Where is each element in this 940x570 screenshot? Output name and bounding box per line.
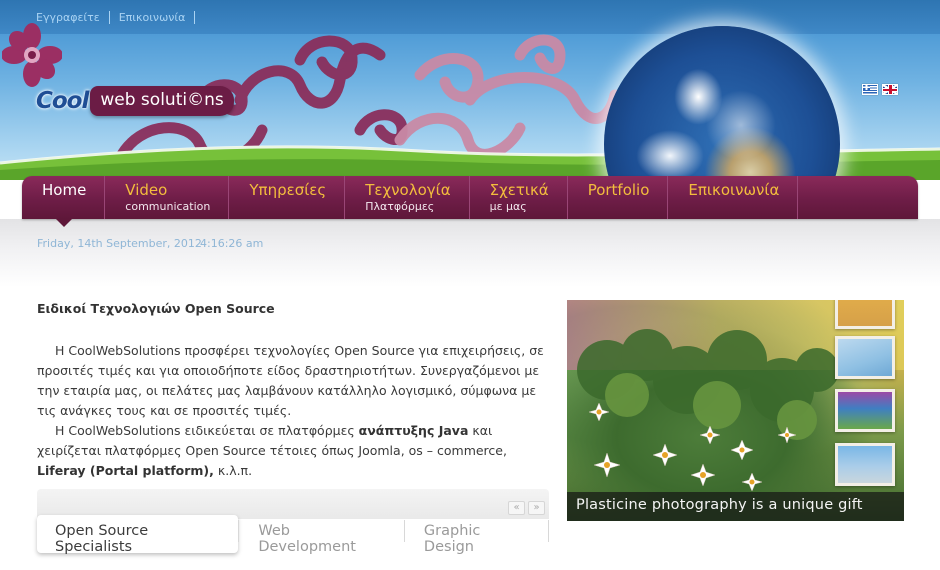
language-switcher bbox=[862, 84, 898, 95]
tab-open-source-specialists[interactable]: Open Source Specialists bbox=[37, 515, 239, 555]
tab-arrows: « » bbox=[508, 501, 545, 515]
nav-item-label: Video bbox=[125, 181, 168, 199]
nav-item-label: Σχετικά bbox=[489, 181, 549, 199]
nav-item-sublabel: Πλατφόρμες bbox=[365, 200, 435, 213]
nav-item-contact[interactable]: Επικοινωνία bbox=[668, 176, 799, 219]
content-paragraph-2: Η CoolWebSolutions ειδικεύεται σε πλατφό… bbox=[37, 421, 557, 481]
paragraph-text: Η CoolWebSolutions ειδικεύεται σε πλατφό… bbox=[55, 423, 359, 438]
next-arrow-icon[interactable]: » bbox=[528, 501, 545, 515]
slide-thumbnail[interactable] bbox=[835, 300, 895, 329]
nav-item-label: Επικοινωνία bbox=[688, 181, 780, 199]
nav-item-label: Τεχνολογία bbox=[365, 181, 451, 199]
current-time: 4:16:26 am bbox=[200, 237, 264, 250]
tab-row: Open Source Specialists Web Development … bbox=[37, 515, 549, 555]
prev-arrow-icon[interactable]: « bbox=[508, 501, 525, 515]
paragraph-text: κ.λ.π. bbox=[213, 463, 253, 478]
nav-item-home[interactable]: Home bbox=[22, 176, 106, 219]
date-bar: Friday, 14th September, 2012 4:16:26 am bbox=[0, 219, 940, 287]
header-banner: Εγγραφείτε Επικοινωνία Cool web soluti©n… bbox=[0, 0, 940, 180]
nav-item-label: Portfolio bbox=[587, 181, 650, 199]
current-date: Friday, 14th September, 2012 bbox=[37, 237, 202, 250]
site-logo[interactable]: Cool web soluti©ns bbox=[36, 82, 234, 120]
main-nav: Home Video communication Υπηρεσίες Τεχνο… bbox=[22, 176, 918, 219]
nav-item-services[interactable]: Υπηρεσίες bbox=[229, 176, 346, 219]
image-slideshow[interactable]: Plasticine photography is a unique gift bbox=[567, 300, 904, 521]
nav-item-sublabel: με μας bbox=[489, 200, 527, 213]
greek-flag-icon[interactable] bbox=[862, 84, 878, 95]
nav-item-technology[interactable]: Τεχνολογία Πλατφόρμες bbox=[345, 176, 470, 219]
slide-thumbnail[interactable] bbox=[835, 336, 895, 379]
uk-flag-icon[interactable] bbox=[882, 84, 898, 95]
slide-caption: Plasticine photography is a unique gift bbox=[567, 492, 904, 521]
tab-web-development[interactable]: Web Development bbox=[238, 520, 404, 555]
nav-item-sublabel: communication bbox=[125, 200, 211, 213]
logo-badge: web soluti©ns bbox=[90, 86, 234, 116]
main-content: Ειδικοί Τεχνολογιών Open Source Η CoolWe… bbox=[37, 300, 557, 481]
tab-panel: « » Open Source Specialists Web Developm… bbox=[37, 489, 549, 555]
nav-item-label: Home bbox=[42, 181, 87, 199]
logo-cool-text: Cool bbox=[36, 88, 89, 114]
content-heading: Ειδικοί Τεχνολογιών Open Source bbox=[37, 301, 275, 316]
liferay-highlight: Liferay (Portal platform), bbox=[37, 463, 214, 478]
tab-divider bbox=[548, 520, 549, 542]
slide-thumbnail[interactable] bbox=[835, 389, 895, 432]
tab-graphic-design[interactable]: Graphic Design bbox=[403, 520, 548, 555]
slide-thumbnails bbox=[831, 300, 901, 500]
nav-item-portfolio[interactable]: Portfolio bbox=[568, 176, 669, 219]
nav-item-label: Υπηρεσίες bbox=[249, 181, 327, 199]
java-highlight: ανάπτυξης Java bbox=[358, 423, 469, 438]
nav-item-about[interactable]: Σχετικά με μας bbox=[470, 176, 568, 219]
nav-item-video[interactable]: Video communication bbox=[105, 176, 230, 219]
slide-thumbnail[interactable] bbox=[835, 443, 895, 486]
content-paragraph-1: Η CoolWebSolutions προσφέρει τεχνολογίες… bbox=[37, 343, 544, 418]
active-nav-pointer bbox=[56, 219, 72, 227]
